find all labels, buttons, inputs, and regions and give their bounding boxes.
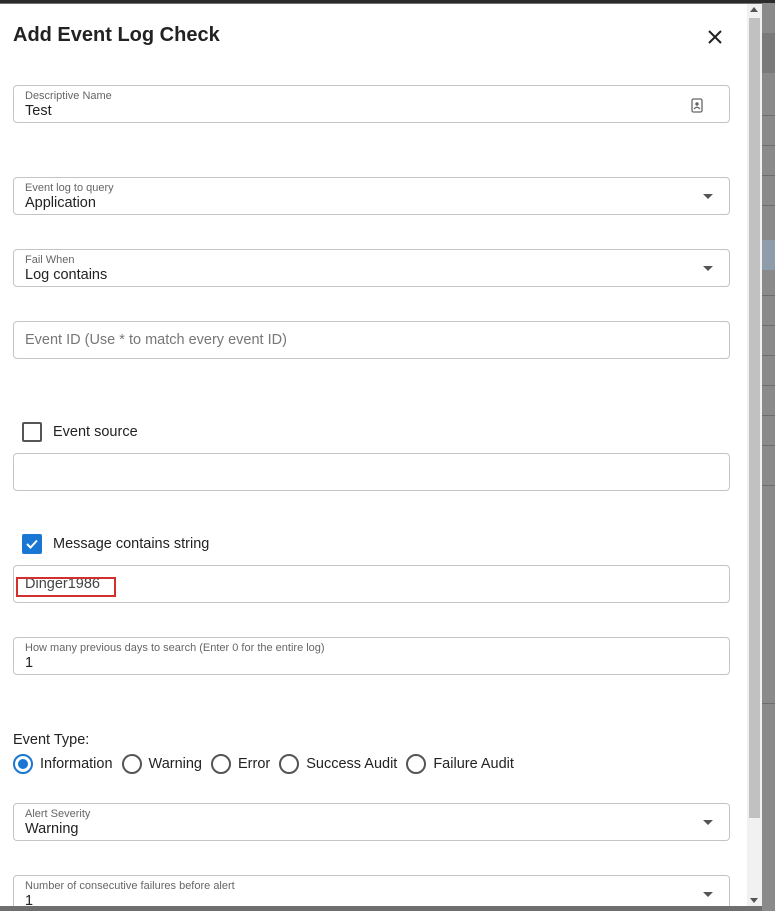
- event-log-label: Event log to query: [25, 182, 114, 194]
- event-log-select[interactable]: Event log to query Application: [13, 177, 730, 215]
- fail-when-select[interactable]: Fail When Log contains: [13, 249, 730, 287]
- fail-when-value: Log contains: [25, 267, 108, 283]
- background-page: [762, 3, 775, 911]
- scroll-up-icon[interactable]: [750, 7, 758, 12]
- close-button[interactable]: [700, 22, 730, 52]
- dialog-title: Add Event Log Check: [13, 24, 220, 46]
- event-source-label: Event source: [53, 424, 138, 440]
- descriptive-name-value: Test: [25, 103, 52, 119]
- radio-label: Success Audit: [306, 756, 398, 772]
- radio-success-audit[interactable]: Success Audit: [279, 754, 397, 774]
- check-icon: [26, 539, 38, 549]
- event-type-label: Event Type:: [13, 732, 90, 748]
- radio-label: Failure Audit: [433, 756, 514, 772]
- consecutive-failures-value: 1: [25, 893, 34, 906]
- chevron-down-icon: [703, 820, 713, 825]
- scroll-down-icon[interactable]: [750, 898, 758, 903]
- radio-label: Warning: [148, 756, 203, 772]
- descriptive-name-label: Descriptive Name: [25, 90, 112, 102]
- radio-button[interactable]: [13, 754, 33, 774]
- event-source-checkbox[interactable]: [22, 422, 42, 442]
- event-source-checkbox-row[interactable]: Event source: [22, 421, 138, 443]
- event-id-input[interactable]: Event ID (Use * to match every event ID): [13, 321, 730, 359]
- radio-label: Information: [40, 756, 113, 772]
- message-contains-checkbox[interactable]: [22, 534, 42, 554]
- dialog-scrollbar[interactable]: [747, 4, 762, 906]
- descriptive-name-field[interactable]: Descriptive Name Test: [13, 85, 730, 123]
- scrollbar-thumb[interactable]: [749, 18, 760, 818]
- highlight-box: [16, 577, 116, 597]
- radio-information[interactable]: Information: [13, 754, 113, 774]
- days-to-search-field[interactable]: How many previous days to search (Enter …: [13, 637, 730, 675]
- consecutive-failures-select[interactable]: Number of consecutive failures before al…: [13, 875, 730, 906]
- radio-button[interactable]: [121, 754, 142, 774]
- fail-when-label: Fail When: [25, 254, 75, 266]
- chevron-down-icon: [703, 266, 713, 271]
- chevron-down-icon: [703, 194, 713, 199]
- close-icon: [708, 30, 722, 44]
- consecutive-failures-label: Number of consecutive failures before al…: [25, 880, 235, 892]
- radio-failure-audit[interactable]: Failure Audit: [406, 754, 514, 774]
- message-string-input[interactable]: Dinger1986: [13, 565, 730, 603]
- window-top-border: [0, 0, 775, 3]
- days-to-search-label: How many previous days to search (Enter …: [25, 642, 325, 654]
- event-source-input[interactable]: [13, 453, 730, 491]
- contact-card-icon[interactable]: [691, 98, 703, 113]
- radio-button[interactable]: [279, 754, 300, 774]
- event-type-radio-group: Information Warning Error Success Audit …: [13, 752, 523, 776]
- event-id-placeholder: Event ID (Use * to match every event ID): [25, 332, 287, 348]
- radio-button[interactable]: [211, 754, 232, 774]
- message-contains-label: Message contains string: [53, 536, 210, 552]
- alert-severity-label: Alert Severity: [25, 808, 91, 820]
- chevron-down-icon: [703, 892, 713, 897]
- alert-severity-select[interactable]: Alert Severity Warning: [13, 803, 730, 841]
- event-log-value: Application: [25, 195, 96, 211]
- alert-severity-value: Warning: [25, 821, 79, 837]
- days-to-search-value: 1: [25, 655, 34, 671]
- radio-label: Error: [238, 756, 271, 772]
- radio-error[interactable]: Error: [211, 754, 270, 774]
- radio-warning[interactable]: Warning: [121, 754, 203, 774]
- add-event-log-check-dialog: Add Event Log Check Descriptive Name Tes…: [0, 4, 762, 906]
- message-contains-checkbox-row[interactable]: Message contains string: [22, 533, 209, 555]
- radio-button[interactable]: [406, 754, 427, 774]
